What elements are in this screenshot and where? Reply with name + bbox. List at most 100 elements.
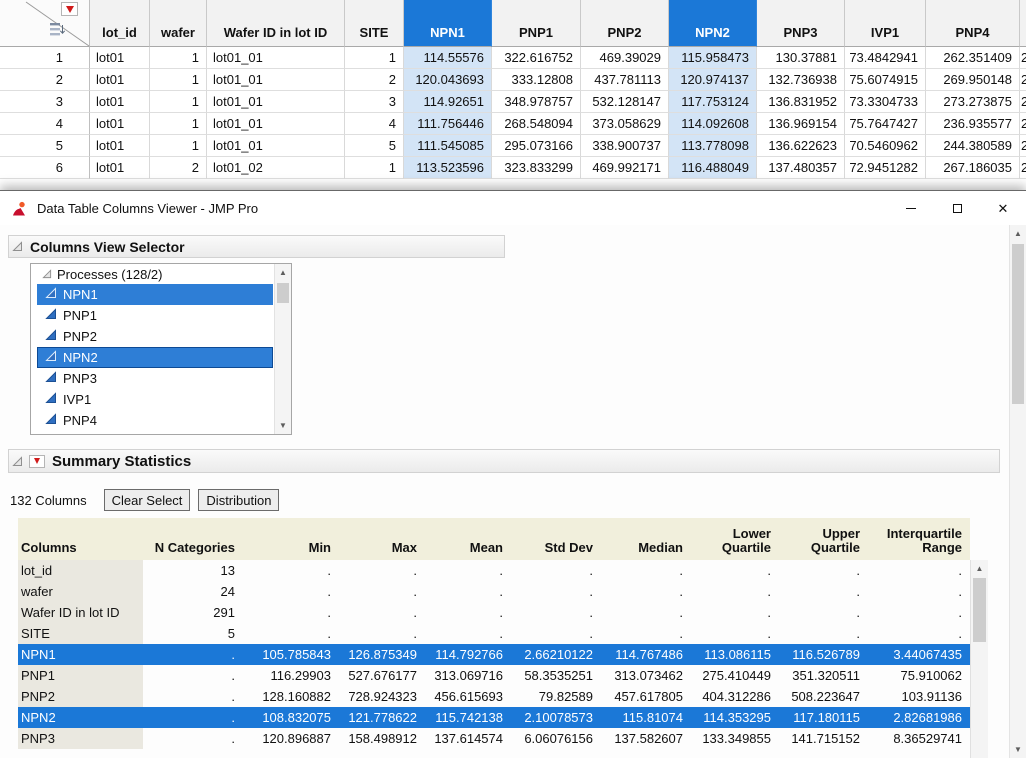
data-cell[interactable]: lot01_02 <box>207 157 345 179</box>
row-number[interactable]: 2 <box>0 69 90 91</box>
data-cell[interactable]: lot01_01 <box>207 69 345 91</box>
maximize-button[interactable] <box>934 191 980 225</box>
dialog-scrollbar[interactable]: ▲ ▼ <box>1009 225 1026 758</box>
data-cell[interactable]: 117.753124 <box>669 91 757 113</box>
data-cell[interactable]: lot01 <box>90 91 150 113</box>
red-triangle-menu-icon[interactable] <box>61 2 78 16</box>
column-header-wafer-id-in-lot-id[interactable]: Wafer ID in lot ID <box>207 0 345 47</box>
scrollbar-thumb[interactable] <box>973 578 986 642</box>
data-cell[interactable]: lot01 <box>90 47 150 69</box>
tree-item-npn1[interactable]: NPN1 <box>37 284 273 305</box>
column-header-pnp4[interactable]: PNP4 <box>926 0 1020 47</box>
stats-row-wafer-id-in-lot-id[interactable]: Wafer ID in lot ID291........ <box>18 602 970 623</box>
data-cell[interactable]: 137.480357 <box>757 157 845 179</box>
column-header-site[interactable]: SITE <box>345 0 404 47</box>
data-cell[interactable]: lot01 <box>90 69 150 91</box>
data-cell[interactable]: 323.833299 <box>492 157 581 179</box>
data-cell[interactable]: 130.37881 <box>757 47 845 69</box>
data-cell[interactable]: 113.523596 <box>404 157 492 179</box>
data-cell[interactable]: 338.900737 <box>581 135 669 157</box>
data-cell[interactable]: 114.92651 <box>404 91 492 113</box>
data-cell[interactable]: 1 <box>150 135 207 157</box>
tree-item-ivp1[interactable]: IVP1 <box>37 389 273 410</box>
rows-panel-icon[interactable] <box>49 21 65 43</box>
stats-row-pnp3[interactable]: PNP3.120.896887158.498912137.6145746.060… <box>18 728 970 749</box>
column-header-npn1[interactable]: NPN1 <box>404 0 492 47</box>
row-number[interactable]: 5 <box>0 135 90 157</box>
row-number[interactable]: 4 <box>0 113 90 135</box>
data-cell[interactable]: lot01 <box>90 157 150 179</box>
scrollbar-thumb[interactable] <box>1012 244 1024 404</box>
column-header-pnp1[interactable]: PNP1 <box>492 0 581 47</box>
data-cell[interactable]: lot01_01 <box>207 47 345 69</box>
data-cell[interactable]: 273.273875 <box>926 91 1020 113</box>
scroll-up-icon[interactable]: ▲ <box>275 264 291 281</box>
scroll-up-icon[interactable]: ▲ <box>1010 225 1026 242</box>
data-cell[interactable]: lot01 <box>90 135 150 157</box>
data-cell[interactable]: 5 <box>345 135 404 157</box>
stats-row-pnp1[interactable]: PNP1.116.29903527.676177313.06971658.353… <box>18 665 970 686</box>
data-cell[interactable]: 1 <box>150 69 207 91</box>
data-cell[interactable]: 532.128147 <box>581 91 669 113</box>
disclosure-triangle-icon[interactable] <box>12 241 23 252</box>
data-cell[interactable]: 268.548094 <box>492 113 581 135</box>
data-cell[interactable]: 244.380589 <box>926 135 1020 157</box>
data-cell[interactable]: 136.622623 <box>757 135 845 157</box>
data-cell[interactable]: 262.351409 <box>926 47 1020 69</box>
stats-row-wafer[interactable]: wafer24........ <box>18 581 970 602</box>
scroll-up-icon[interactable]: ▲ <box>971 560 988 577</box>
data-cell[interactable]: 2 <box>345 69 404 91</box>
dialog-titlebar[interactable]: Data Table Columns Viewer - JMP Pro ✕ <box>0 191 1026 225</box>
scroll-down-icon[interactable]: ▼ <box>1010 741 1026 758</box>
disclosure-triangle-icon[interactable] <box>42 269 52 279</box>
tree-scrollbar[interactable]: ▲ ▼ <box>274 264 291 434</box>
data-cell[interactable]: 1 <box>150 47 207 69</box>
data-cell[interactable]: 269.950148 <box>926 69 1020 91</box>
data-cell[interactable]: 75.7647427 <box>845 113 926 135</box>
data-cell[interactable]: lot01_01 <box>207 135 345 157</box>
data-cell[interactable]: 120.974137 <box>669 69 757 91</box>
close-button[interactable]: ✕ <box>980 191 1026 225</box>
distribution-button[interactable]: Distribution <box>198 489 279 511</box>
data-cell[interactable]: lot01 <box>90 113 150 135</box>
column-header-pnp3[interactable]: PNP3 <box>757 0 845 47</box>
data-cell[interactable]: 4 <box>345 113 404 135</box>
data-cell[interactable]: 70.5460962 <box>845 135 926 157</box>
column-header-ivp1[interactable]: IVP1 <box>845 0 926 47</box>
data-cell[interactable]: 113.778098 <box>669 135 757 157</box>
column-header-wafer[interactable]: wafer <box>150 0 207 47</box>
row-number[interactable]: 6 <box>0 157 90 179</box>
row-number[interactable]: 3 <box>0 91 90 113</box>
data-cell[interactable]: 3 <box>345 91 404 113</box>
data-cell[interactable]: lot01_01 <box>207 113 345 135</box>
table-corner[interactable] <box>0 0 90 47</box>
stats-row-site[interactable]: SITE5........ <box>18 623 970 644</box>
data-cell[interactable]: 373.058629 <box>581 113 669 135</box>
column-header-pnp2[interactable]: PNP2 <box>581 0 669 47</box>
data-cell[interactable]: 72.9451282 <box>845 157 926 179</box>
tree-item-pnp3[interactable]: PNP3 <box>37 368 273 389</box>
red-triangle-menu-icon[interactable] <box>29 455 45 468</box>
data-cell[interactable]: 136.969154 <box>757 113 845 135</box>
minimize-button[interactable] <box>888 191 934 225</box>
tree-item-pnp1[interactable]: PNP1 <box>37 305 273 326</box>
data-cell[interactable]: 437.781113 <box>581 69 669 91</box>
tree-group-processes[interactable]: Processes (128/2) <box>31 264 291 284</box>
data-cell[interactable]: 2 <box>150 157 207 179</box>
data-cell[interactable]: 267.186035 <box>926 157 1020 179</box>
data-cell[interactable]: 73.4842941 <box>845 47 926 69</box>
stats-row-npn1[interactable]: NPN1.105.785843126.875349114.7927662.662… <box>18 644 970 665</box>
data-cell[interactable]: 348.978757 <box>492 91 581 113</box>
data-cell[interactable]: 1 <box>345 47 404 69</box>
tree-item-npn2[interactable]: NPN2 <box>37 347 273 368</box>
stats-row-npn2[interactable]: NPN2.108.832075121.778622115.7421382.100… <box>18 707 970 728</box>
data-cell[interactable]: 120.043693 <box>404 69 492 91</box>
data-cell[interactable]: 73.3304733 <box>845 91 926 113</box>
disclosure-triangle-icon[interactable] <box>12 456 23 467</box>
tree-item-pnp4[interactable]: PNP4 <box>37 410 273 431</box>
data-cell[interactable]: 75.6074915 <box>845 69 926 91</box>
data-cell[interactable]: 132.736938 <box>757 69 845 91</box>
data-cell[interactable]: 322.616752 <box>492 47 581 69</box>
data-cell[interactable]: 469.992171 <box>581 157 669 179</box>
data-cell[interactable]: 333.12808 <box>492 69 581 91</box>
